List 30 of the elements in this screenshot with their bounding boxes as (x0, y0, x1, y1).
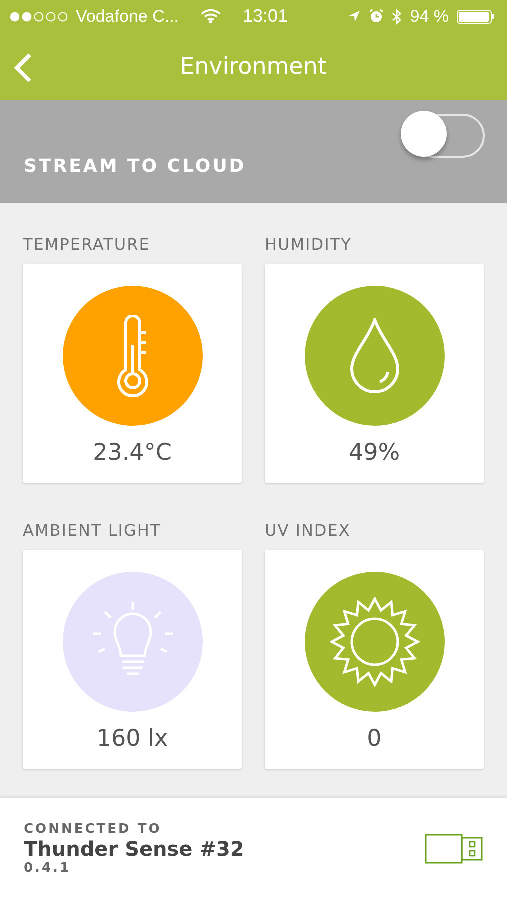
connection-caption: CONNECTED TO (24, 822, 163, 836)
usb-stick-icon (425, 834, 483, 864)
page-title: Environment (180, 54, 327, 80)
sensor-card[interactable]: 0 (265, 550, 484, 769)
sensor-card[interactable]: 160 lx (23, 550, 242, 769)
carrier-name: Vodafone C... (76, 6, 180, 26)
sensor-value: 160 lx (96, 726, 168, 752)
battery-icon (457, 10, 495, 24)
stream-label: STREAM TO CLOUD (24, 156, 246, 177)
signal-icon (10, 12, 68, 22)
chevron-left-icon (13, 52, 33, 84)
battery-percent: 94 % (410, 6, 449, 26)
bluetooth-icon (392, 8, 402, 24)
location-arrow-icon (348, 10, 362, 23)
sensor-value: 23.4°C (93, 440, 172, 466)
water-drop-icon (350, 318, 400, 394)
sensor-value: 0 (367, 726, 382, 752)
clock-time: 13:01 (243, 6, 288, 27)
alarm-clock-icon (369, 9, 384, 24)
firmware-version: 0.4.1 (24, 860, 72, 876)
wifi-icon (201, 9, 222, 24)
sensor-label: UV INDEX (265, 521, 352, 541)
sensor-card[interactable]: 23.4°C (23, 264, 242, 483)
sensor-card[interactable]: 49% (265, 264, 484, 483)
device-name: Thunder Sense #32 (24, 836, 244, 860)
sensor-label: AMBIENT LIGHT (23, 521, 162, 541)
sun-icon (330, 597, 420, 687)
sensor-value: 49% (348, 440, 400, 466)
sensor-label: TEMPERATURE (23, 235, 152, 255)
sensor-label: HUMIDITY (265, 235, 353, 255)
